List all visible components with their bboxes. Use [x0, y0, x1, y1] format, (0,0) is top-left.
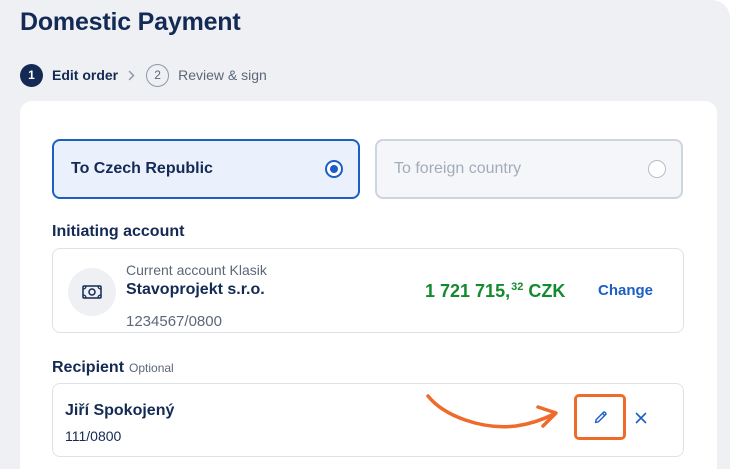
step-2-number: 2 — [146, 63, 170, 87]
step-2-label: Review & sign — [178, 67, 267, 83]
remove-recipient-button[interactable] — [633, 410, 649, 426]
initiating-account-box: Current account Klasik Stavoprojekt s.r.… — [52, 248, 684, 333]
page-title: Domestic Payment — [20, 8, 241, 36]
destination-option-label: To Czech Republic — [71, 160, 213, 177]
close-icon — [635, 412, 647, 424]
recipient-heading-label: Recipient — [52, 359, 125, 376]
destination-option-foreign-country[interactable]: To foreign country — [375, 139, 683, 199]
account-name: Stavoprojekt s.r.o. — [126, 281, 265, 298]
initiating-account-heading: Initiating account — [52, 223, 185, 240]
radio-selected-icon[interactable] — [325, 160, 343, 178]
annotation-arrow — [426, 394, 558, 429]
account-number: 1234567/0800 — [126, 313, 222, 330]
chevron-right-icon — [128, 70, 135, 81]
recipient-account-number: 111/0800 — [65, 428, 122, 444]
step-1-number: 1 — [20, 63, 43, 87]
balance-decimal: 32 — [511, 281, 524, 293]
destination-option-czech-republic[interactable]: To Czech Republic — [52, 139, 360, 199]
account-balance: 1 721 715,32 CZK — [425, 281, 565, 302]
balance-whole: 1 721 715, — [425, 281, 511, 301]
destination-option-label: To foreign country — [394, 160, 522, 177]
account-type: Current account Klasik — [126, 262, 267, 278]
change-account-button[interactable]: Change — [598, 282, 653, 299]
radio-unselected-icon[interactable] — [648, 160, 666, 178]
recipient-heading: Recipient Optional — [52, 359, 174, 377]
optional-badge: Optional — [129, 361, 174, 375]
pencil-icon — [594, 410, 607, 423]
edit-recipient-button[interactable] — [574, 394, 626, 440]
step-1-label: Edit order — [52, 67, 119, 83]
payment-form-card: To Czech Republic To foreign country Ini… — [20, 101, 717, 469]
banknote-icon — [68, 268, 116, 316]
recipient-box: Jiří Spokojený 111/0800 — [52, 383, 684, 457]
page-background: Domestic Payment 1 Edit order 2 Review &… — [0, 0, 730, 469]
balance-currency: CZK — [528, 281, 566, 301]
stepper: 1 Edit order 2 Review & sign — [20, 63, 267, 87]
recipient-name: Jiří Spokojený — [65, 402, 175, 419]
